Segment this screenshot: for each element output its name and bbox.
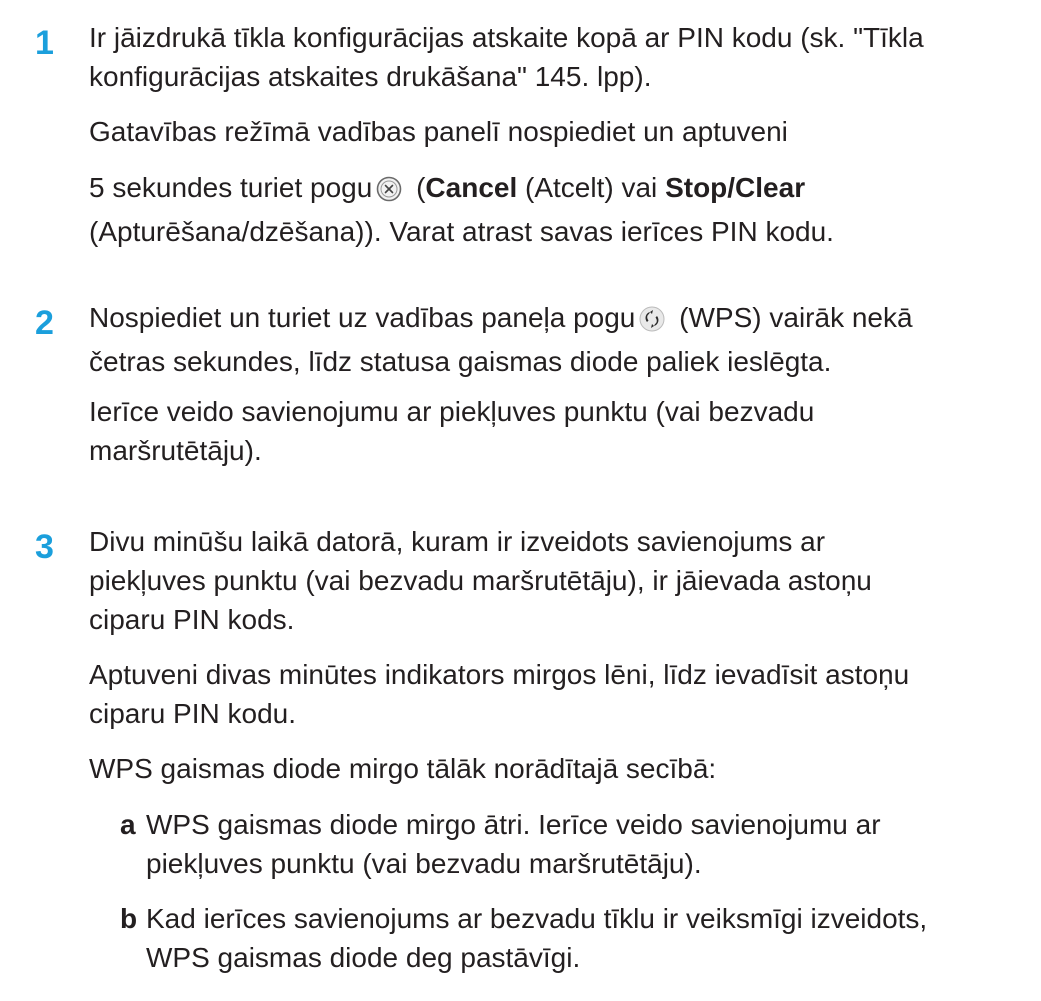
step-1-paragraph-2: Gatavības režīmā vadības panelī nospiedi…	[89, 112, 1034, 151]
step-1-paragraph-1: Ir jāizdrukā tīkla konfigurācijas atskai…	[89, 18, 1034, 96]
text-segment: (Atcelt) vai	[517, 172, 666, 203]
text-segment: (	[408, 172, 426, 203]
text-line: piekļuves punktu (vai bezvadu maršrutētā…	[89, 565, 872, 596]
step-number: 2	[35, 304, 54, 342]
step-3-paragraph-2: Aptuveni divas minūtes indikators mirgos…	[89, 655, 1034, 733]
step-number: 3	[35, 528, 54, 566]
sub-item-text: WPS gaismas diode mirgo ātri. Ierīce vei…	[146, 805, 881, 883]
text-line: WPS gaismas diode mirgo ātri. Ierīce vei…	[146, 809, 881, 840]
text-line: Kad ierīces savienojums ar bezvadu tīklu…	[146, 903, 928, 934]
text-line: ciparu PIN kods.	[89, 604, 295, 635]
text-line: maršrutētāju).	[89, 435, 262, 466]
text-line: konfigurācijas atskaites drukāšana" 145.…	[89, 61, 652, 92]
wps-icon	[639, 303, 665, 342]
step-2-paragraph-2: Ierīce veido savienojumu ar piekļuves pu…	[89, 392, 1034, 470]
text-segment: Nospiediet un turiet uz vadības paneļa p…	[89, 302, 636, 333]
text-line: Nospiediet un turiet uz vadības paneļa p…	[89, 298, 1034, 342]
text-segment: 5 sekundes turiet pogu	[89, 172, 373, 203]
step-number: 1	[35, 24, 54, 62]
cancel-label: Cancel	[425, 172, 518, 203]
step-2-paragraph-1: Nospiediet un turiet uz vadības paneļa p…	[89, 298, 1034, 381]
sub-item-letter: a	[120, 809, 136, 840]
text-line: Ir jāizdrukā tīkla konfigurācijas atskai…	[89, 22, 924, 53]
text-line: piekļuves punktu (vai bezvadu maršrutētā…	[146, 848, 702, 879]
text-line: Ierīce veido savienojumu ar piekļuves pu…	[89, 396, 815, 427]
text-line: WPS gaismas diode mirgo tālāk norādītajā…	[89, 753, 717, 784]
text-line: Aptuveni divas minūtes indikators mirgos…	[89, 659, 910, 690]
step-1-paragraph-3: 5 sekundes turiet pogu (Cancel (Atcelt) …	[89, 168, 1034, 251]
sub-item-text: Kad ierīces savienojums ar bezvadu tīklu…	[146, 899, 927, 977]
text-line: četras sekundes, līdz statusa gaismas di…	[89, 346, 832, 377]
step-3-paragraph-3: WPS gaismas diode mirgo tālāk norādītajā…	[89, 749, 1034, 788]
text-line: Divu minūšu laikā datorā, kuram ir izvei…	[89, 526, 826, 557]
stop-clear-label: Stop/Clear	[665, 172, 806, 203]
text-line: ciparu PIN kodu.	[89, 698, 296, 729]
cancel-circle-x-icon	[376, 173, 402, 212]
text-line: Gatavības režīmā vadības panelī nospiedi…	[89, 116, 788, 147]
step-3-paragraph-1: Divu minūšu laikā datorā, kuram ir izvei…	[89, 522, 1034, 639]
sub-item-letter: b	[120, 903, 138, 934]
text-line: 5 sekundes turiet pogu (Cancel (Atcelt) …	[89, 168, 1034, 212]
text-line: (Apturēšana/dzēšana)). Varat atrast sava…	[89, 216, 834, 247]
text-line: WPS gaismas diode deg pastāvīgi.	[146, 942, 581, 973]
text-segment: (WPS) vairāk nekā	[671, 302, 913, 333]
